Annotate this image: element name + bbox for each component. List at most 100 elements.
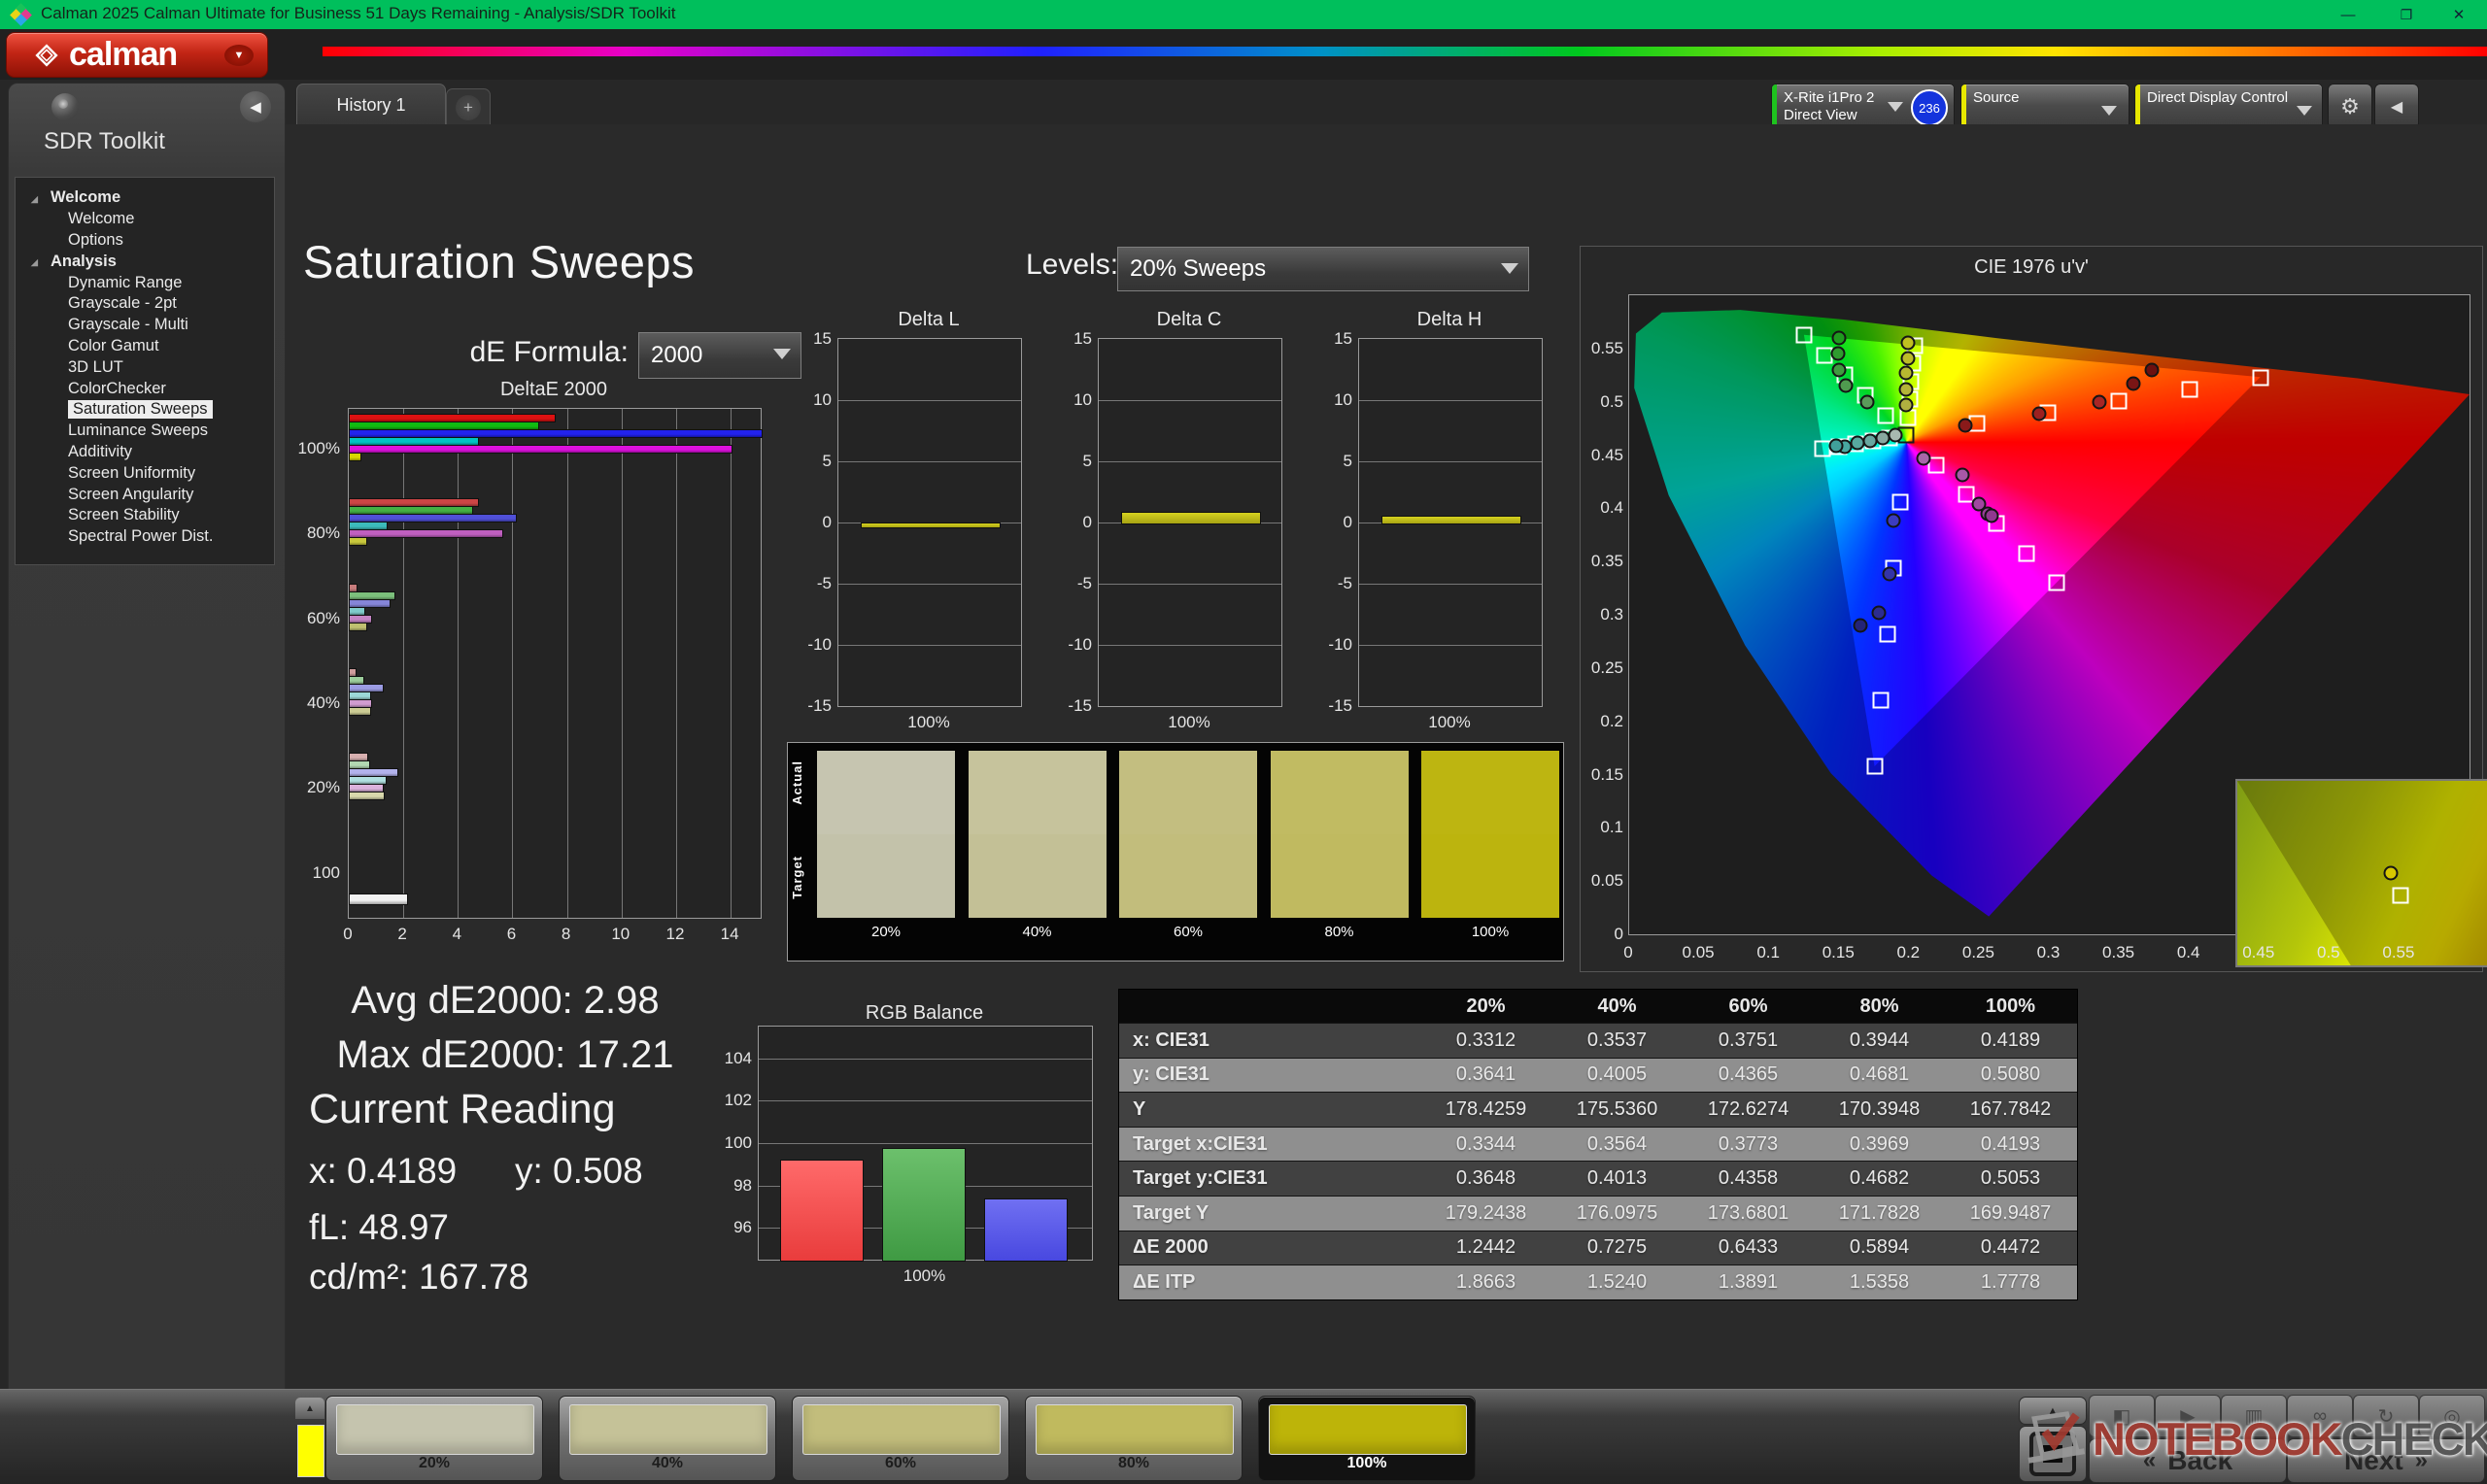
delta-ylabel: -15 <box>807 696 832 715</box>
sidebar-item-welcome[interactable]: ◢ Welcome <box>16 187 274 209</box>
sidebar-item-color-gamut[interactable]: Color Gamut <box>16 336 274 357</box>
sidebar-item-luminance-sweeps[interactable]: Luminance Sweeps <box>16 421 274 442</box>
restore-button[interactable]: ❐ <box>2384 0 2429 29</box>
cie-1976-plot <box>1628 294 2487 967</box>
add-tab-button[interactable]: + <box>446 88 491 125</box>
sidebar-collapse-button[interactable]: ◀ <box>240 91 271 122</box>
next-button[interactable]: Next » <box>2287 1438 2485 1483</box>
gridline <box>1099 461 1281 462</box>
delta-chart-title: Delta L <box>898 309 960 330</box>
gridline <box>512 409 514 918</box>
sidebar-item-grayscale-2pt[interactable]: Grayscale - 2pt <box>16 293 274 315</box>
rgb-bar-blue <box>984 1197 1068 1262</box>
sidebar-item-options[interactable]: Options <box>16 230 274 252</box>
cie-ylabel: 0 <box>1614 925 1623 943</box>
meter-icon: ∞ <box>2312 1404 2328 1427</box>
de-formula-select[interactable]: 2000 <box>638 332 801 379</box>
sidebar-item-analysis[interactable]: ◢ Analysis <box>16 251 274 272</box>
gridline <box>1359 645 1542 646</box>
sidebar-item-welcome[interactable]: Welcome <box>16 209 274 230</box>
source-dropdown[interactable]: Source <box>1960 84 2129 129</box>
swatch-actual <box>817 751 955 834</box>
meter-name: X-Rite i1Pro 2 <box>1784 89 1875 106</box>
collapse-toolbar-button[interactable]: ◀ <box>2374 84 2419 129</box>
cie-xlabel: 0 <box>1623 943 1633 961</box>
patch-button-40%[interactable]: 40% <box>559 1396 776 1481</box>
row-label: Target x:CIE31 <box>1133 1132 1268 1155</box>
tool-button-meter-icon[interactable]: ∞ <box>2287 1395 2353 1437</box>
back-button[interactable]: « Back <box>2089 1438 2287 1483</box>
sidebar-heading: SDR Toolkit <box>44 128 165 154</box>
tool-button-target-icon[interactable]: ◎ <box>2419 1395 2485 1437</box>
sidebar-item-dynamic-range[interactable]: Dynamic Range <box>16 272 274 293</box>
target-row-label: Target <box>790 856 804 899</box>
row-label: x: CIE31 <box>1133 1029 1209 1051</box>
measured-point <box>1898 365 1914 381</box>
cie-xlabel: 0.55 <box>2382 943 2415 961</box>
delta-l-chart <box>837 338 1022 707</box>
row-label: Target y:CIE31 <box>1133 1167 1268 1190</box>
sidebar-item-colorchecker[interactable]: ColorChecker <box>16 378 274 399</box>
deltae-bar-yellow-20% <box>349 792 386 801</box>
close-button[interactable]: ✕ <box>2436 0 2481 29</box>
sidebar-item-saturation-sweeps[interactable]: Saturation Sweeps <box>16 399 274 421</box>
deltae-bar-yellow-80% <box>349 537 367 547</box>
patch-button-80%[interactable]: 80% <box>1025 1396 1243 1481</box>
deltae-xlabel: 6 <box>506 925 517 943</box>
sidebar-item-screen-angularity[interactable]: Screen Angularity <box>16 484 274 505</box>
settings-button[interactable]: ⚙ <box>2328 84 2372 129</box>
swatch-level-label: 80% <box>1324 924 1354 940</box>
patch-label: 100% <box>1346 1455 1387 1471</box>
sidebar-item-screen-uniformity[interactable]: Screen Uniformity <box>16 462 274 484</box>
swatch-level-label: 100% <box>1471 924 1510 940</box>
display-control-dropdown[interactable]: Direct Display Control <box>2134 84 2323 129</box>
current-patch-chip[interactable] <box>297 1425 324 1477</box>
cie-chart-title: CIE 1976 u'v' <box>1974 256 2089 278</box>
patch-button-60%[interactable]: 60% <box>792 1396 1009 1481</box>
patch-popup-button[interactable]: ▲ <box>295 1398 324 1419</box>
rgb-ylabel: 100 <box>724 1133 752 1152</box>
sidebar-item-3d-lut[interactable]: 3D LUT <box>16 356 274 378</box>
sidebar-item-additivity[interactable]: Additivity <box>16 442 274 463</box>
sidebar-item-label: 3D LUT <box>68 357 123 376</box>
patch-button-100%[interactable]: 100% <box>1258 1396 1476 1481</box>
delta-ylabel: 0 <box>1082 513 1092 531</box>
tool-button-play-icon[interactable]: ▶ <box>2155 1395 2221 1437</box>
sidebar-item-spectral-power-dist-[interactable]: Spectral Power Dist. <box>16 526 274 548</box>
tool-button-histogram-icon[interactable]: ▥ <box>2221 1395 2287 1437</box>
reading-fl: fL: 48.97 <box>309 1207 450 1247</box>
cell-value: 1.8663 <box>1455 1270 1516 1293</box>
patch-button-20%[interactable]: 20% <box>325 1396 543 1481</box>
levels-select[interactable]: 20% Sweeps <box>1117 247 1529 291</box>
delta-xlabel: 100% <box>907 713 950 731</box>
table-row: x: CIE31 0.3312 0.3537 0.3751 0.3944 0.4189 <box>1119 1023 2077 1058</box>
tree-expander-icon[interactable]: ◢ <box>31 194 38 205</box>
tool-button-chart-icon[interactable]: ◧ <box>2089 1395 2155 1437</box>
swatch-100% <box>1421 751 1559 918</box>
sidebar-item-screen-stability[interactable]: Screen Stability <box>16 505 274 526</box>
swatch-40% <box>968 751 1107 918</box>
minimize-button[interactable]: — <box>2326 0 2370 29</box>
cie-ylabel: 0.5 <box>1600 391 1623 411</box>
measured-point <box>2031 406 2047 422</box>
cell-value: 0.3944 <box>1849 1029 1910 1051</box>
sidebar-pin-icon[interactable] <box>51 93 79 120</box>
pattern-popup-button[interactable]: ▲ <box>2019 1397 2087 1425</box>
sidebar-item-grayscale-multi[interactable]: Grayscale - Multi <box>16 315 274 336</box>
measured-point <box>2092 394 2107 410</box>
sidebar-item-label: Screen Angularity <box>68 485 194 503</box>
source-label: Source <box>1973 89 2020 106</box>
measured-point <box>1862 433 1878 449</box>
calman-menu-button[interactable]: calman ▼ <box>6 32 268 78</box>
cell-value: 0.3564 <box>1586 1132 1648 1155</box>
pattern-window-button[interactable] <box>2019 1426 2087 1482</box>
tab-history-1[interactable]: History 1 <box>296 84 446 125</box>
swatch-level-label: 40% <box>1022 924 1052 940</box>
swatch-actual <box>1270 751 1409 834</box>
tool-button-refresh-icon[interactable]: ↻ <box>2353 1395 2419 1437</box>
meter-dropdown[interactable]: X-Rite i1Pro 2 Direct View 236 <box>1771 84 1955 129</box>
swatch-80% <box>1270 751 1409 918</box>
tree-expander-icon[interactable]: ◢ <box>31 257 38 268</box>
swatch-target <box>1119 834 1257 918</box>
logo-dropdown-arrow-icon[interactable]: ▼ <box>224 45 254 66</box>
